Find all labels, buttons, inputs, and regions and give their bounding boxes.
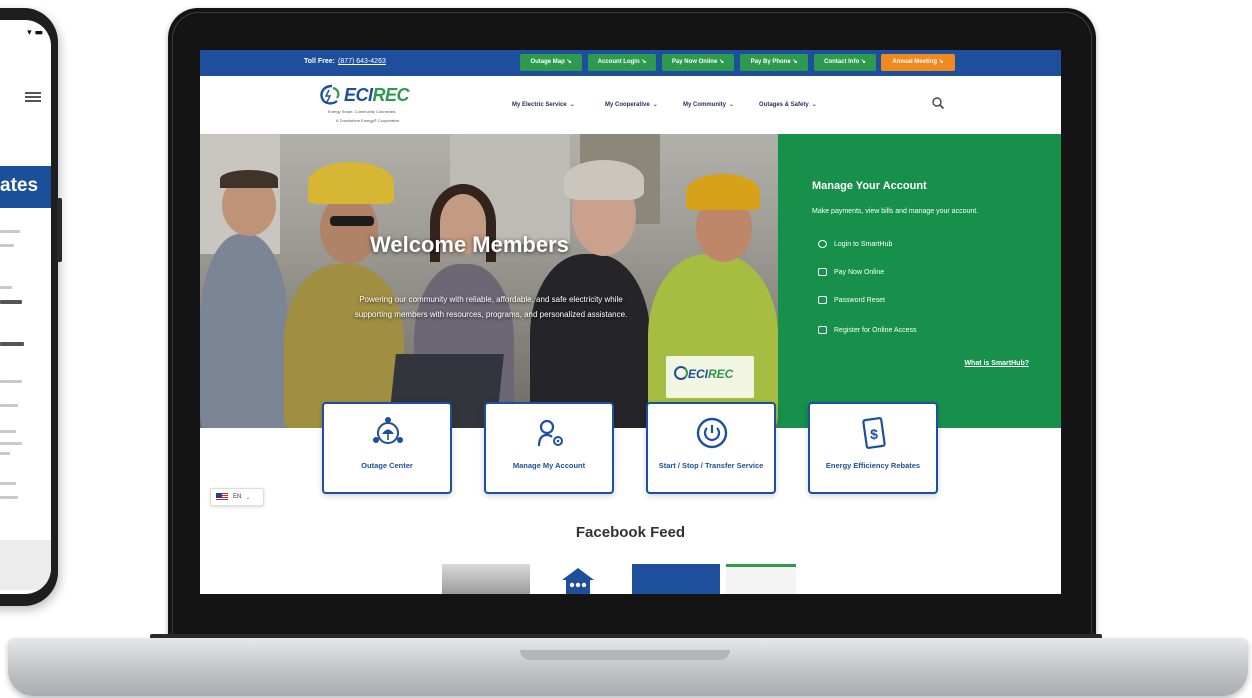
rebate-icon: $	[862, 417, 886, 449]
hero-title: Welcome Members	[370, 232, 569, 257]
phone-side-button	[57, 198, 62, 262]
nav-my-cooperative[interactable]: My Cooperative ⌄	[605, 101, 658, 108]
device-mockup: ▾ ▬ ates Toll Free: (877) 643-4263 Outag…	[0, 0, 1252, 698]
password-reset-link[interactable]: Password Reset	[818, 296, 885, 304]
register-online-access-link[interactable]: Register for Online Access	[818, 326, 916, 334]
phone-text-line	[0, 404, 18, 407]
pay-now-online-link[interactable]: Pay Now Online	[818, 268, 884, 276]
website-screen: Toll Free: (877) 643-4263 Outage Map ↘ Ac…	[200, 50, 1061, 594]
account-login-button[interactable]: Account Login ↘	[588, 54, 656, 71]
toll-free-number[interactable]: (877) 643-4263	[338, 58, 386, 65]
contact-info-button[interactable]: Contact Info ↘	[814, 54, 876, 71]
account-panel-title: Manage Your Account	[812, 180, 927, 192]
nav-my-community[interactable]: My Community ⌄	[683, 101, 734, 108]
laptop-opening-notch	[520, 650, 730, 660]
phone-page-heading: ates	[0, 166, 51, 208]
phone-bold-text	[0, 300, 22, 304]
chevron-down-icon: ⌄	[245, 494, 251, 501]
power-icon	[696, 417, 728, 449]
site-header: ECIREC Energy Smart. Community Connected…	[200, 76, 1061, 134]
lock-icon	[818, 296, 827, 304]
logo-tagline: Energy Smart. Community Connected.	[328, 109, 397, 114]
what-is-smarthub-link[interactable]: What is SmartHub?	[964, 360, 1029, 367]
nav-my-electric-service[interactable]: My Electric Service ⌄	[512, 101, 575, 108]
outage-center-card[interactable]: Outage Center	[322, 402, 452, 494]
energy-efficiency-rebates-card[interactable]: $ Energy Efficiency Rebates	[808, 402, 938, 494]
pay-now-online-button[interactable]: Pay Now Online ↘	[662, 54, 734, 71]
utility-bar: Toll Free: (877) 643-4263 Outage Map ↘ Ac…	[200, 50, 1061, 76]
login-smarthub-link[interactable]: Login to SmartHub	[818, 240, 892, 248]
language-code: EN	[233, 494, 242, 500]
login-icon	[818, 240, 827, 248]
search-icon[interactable]	[931, 96, 945, 110]
facebook-feed-title: Facebook Feed	[575, 524, 686, 541]
phone-text-line	[0, 286, 12, 289]
laptop-base	[8, 638, 1248, 696]
phone-text-line	[0, 430, 16, 433]
svg-text:$: $	[870, 426, 878, 442]
energy-efficiency-rebates-label: Energy Efficiency Rebates	[825, 461, 921, 470]
phone-status-icons: ▾ ▬	[27, 28, 43, 38]
hero-section: Welcome Members Powering our community w…	[200, 134, 1061, 428]
outage-map-button[interactable]: Outage Map ↘	[520, 54, 582, 71]
phone-bold-text	[0, 342, 24, 346]
manage-my-account-label: Manage My Account	[512, 461, 586, 470]
register-icon	[818, 326, 827, 334]
start-stop-transfer-card[interactable]: Start / Stop / Transfer Service	[646, 402, 776, 494]
facebook-post-thumbnail[interactable]	[442, 564, 530, 594]
nav-outages-safety[interactable]: Outages & Safety ⌄	[759, 101, 817, 108]
site-logo[interactable]: ECIREC	[344, 85, 410, 106]
us-flag-icon	[216, 493, 228, 501]
outage-center-icon	[373, 417, 403, 444]
phone-text-line	[0, 230, 20, 233]
eci-rec-logo-mark-icon[interactable]	[318, 84, 344, 106]
phone-footer-strip	[0, 540, 51, 590]
outage-center-label: Outage Center	[361, 461, 413, 470]
chevron-down-icon: ⌄	[569, 102, 575, 108]
hamburger-menu-icon[interactable]	[25, 92, 41, 102]
annual-meeting-button[interactable]: Annual Meeting ↘	[881, 54, 955, 71]
phone-text-line	[0, 442, 22, 445]
phone-screen: ▾ ▬ ates	[0, 20, 51, 594]
hero-photo-logo: ECIREC	[666, 356, 754, 398]
phone-text-line	[0, 482, 16, 485]
facebook-post-thumbnail[interactable]	[556, 564, 600, 594]
hero-subtitle: Powering our community with reliable, af…	[354, 295, 628, 319]
toll-free-label: Toll Free:	[304, 58, 335, 65]
phone-text-line	[0, 380, 22, 383]
facebook-post-thumbnail[interactable]	[726, 564, 796, 594]
logo-subtagline: A Touchstone Energy® Cooperative	[336, 118, 400, 123]
manage-my-account-card[interactable]: Manage My Account	[484, 402, 614, 494]
account-panel-subtitle: Make payments, view bills and manage you…	[812, 208, 979, 215]
facebook-post-thumbnail[interactable]	[632, 564, 720, 594]
language-selector[interactable]: EN ⌄	[210, 488, 264, 506]
manage-account-icon	[537, 419, 563, 447]
phone-text-line	[0, 452, 10, 455]
start-stop-transfer-label: Start / Stop / Transfer Service	[658, 461, 764, 470]
eci-rec-logo-mark-icon	[674, 366, 688, 380]
toll-free: Toll Free: (877) 643-4263	[304, 58, 386, 65]
phone-text-line	[0, 496, 18, 499]
phone-text-line	[0, 244, 14, 247]
chevron-down-icon: ⌄	[811, 102, 817, 108]
chevron-down-icon: ⌄	[729, 102, 735, 108]
pay-by-phone-button[interactable]: Pay By Phone ↘	[740, 54, 808, 71]
phone-device: ▾ ▬ ates	[0, 8, 62, 606]
card-icon	[818, 268, 827, 276]
lower-section: Outage Center Manage My Account Start / …	[200, 402, 1061, 594]
chevron-down-icon: ⌄	[652, 102, 658, 108]
manage-account-panel: Manage Your Account Make payments, view …	[778, 134, 1061, 428]
